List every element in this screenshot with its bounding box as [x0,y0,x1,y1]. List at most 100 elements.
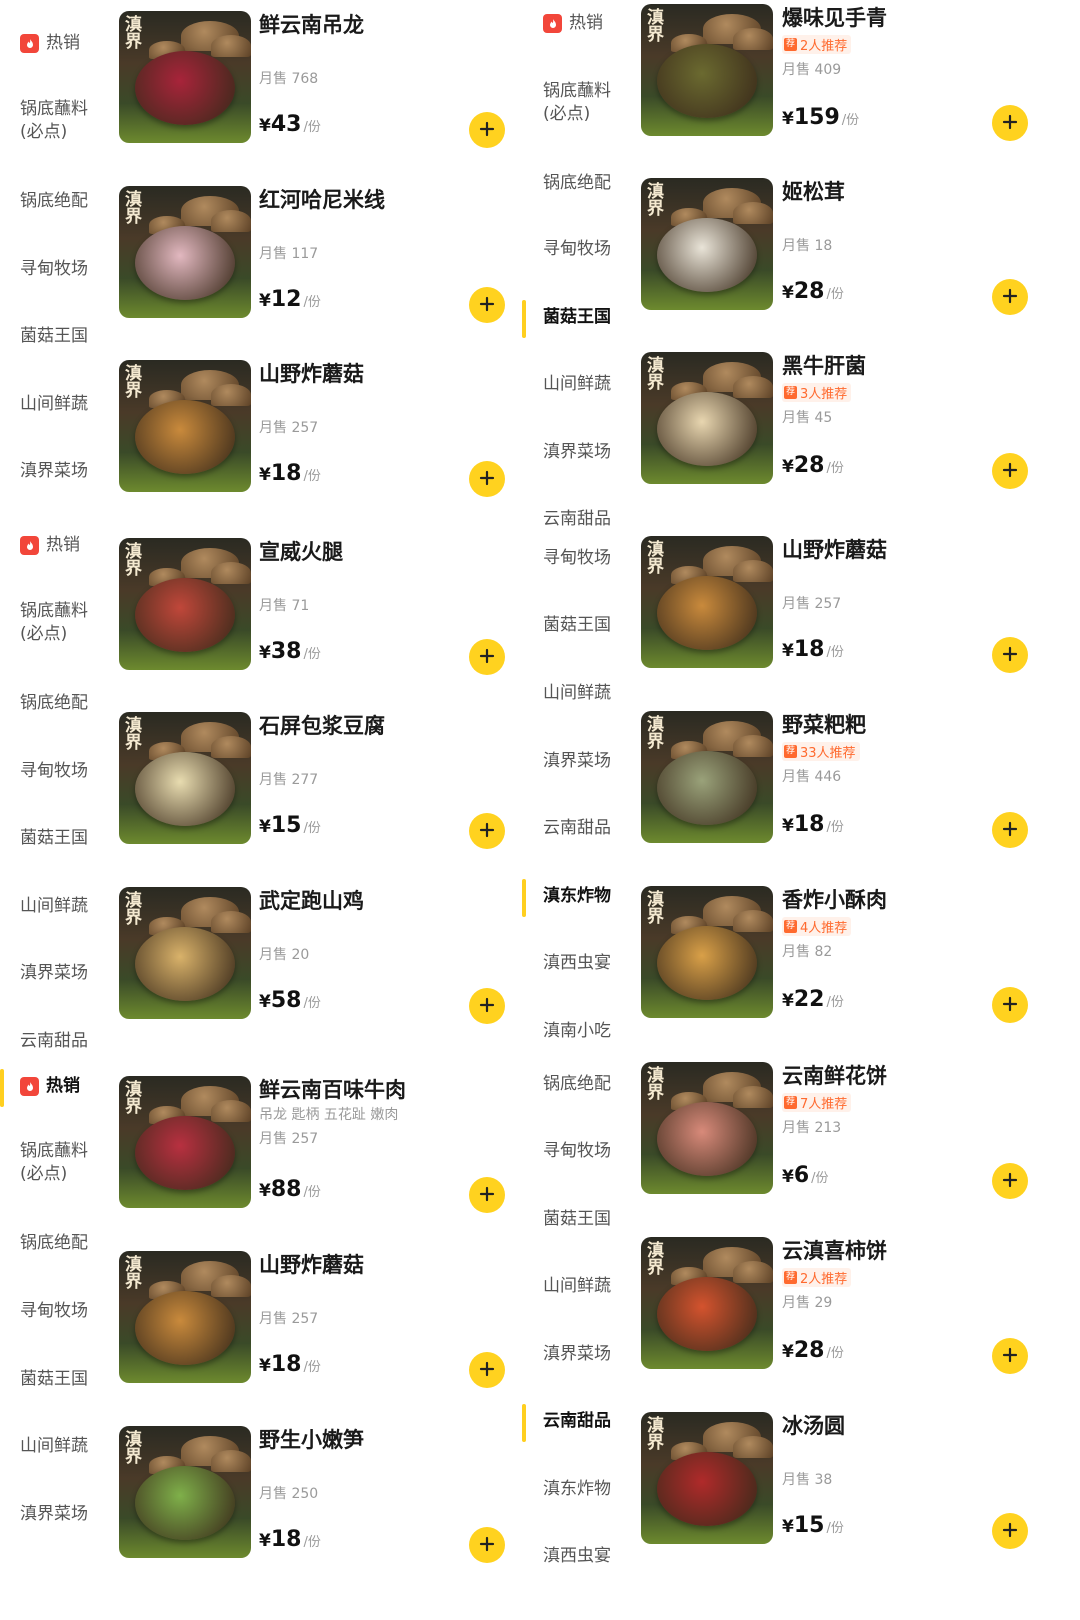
nav-category-item[interactable]: 菌菇王国 [543,614,611,637]
add-to-cart-button[interactable] [469,1527,505,1563]
nav-category-item[interactable]: 山间鲜蔬 [20,1435,88,1458]
nav-category-item[interactable]: 滇东炸物 [543,885,611,908]
dish-name[interactable]: 云滇喜柿饼 [782,1235,887,1265]
nav-category-item[interactable]: 滇南小吃 [543,1020,611,1043]
dish-name[interactable]: 武定跑山鸡 [259,885,364,915]
dish-image[interactable]: 滇界 [119,1076,251,1208]
dish-name[interactable]: 鲜云南百味牛肉 [259,1074,406,1104]
nav-category-item[interactable]: 热销 [543,12,603,35]
nav-category-item[interactable]: 菌菇王国 [543,1208,611,1231]
nav-category-item[interactable]: 热销 [20,32,80,55]
dish-name[interactable]: 黑牛肝菌 [782,350,866,380]
nav-category-item[interactable]: 锅底绝配 [20,190,88,213]
add-to-cart-button[interactable] [992,453,1028,489]
nav-category-item[interactable]: 云南甜品 [543,1410,611,1433]
nav-category-item[interactable]: 锅底蘸料 (必点) [543,80,611,126]
nav-category-item[interactable]: 热销 [20,1075,80,1098]
nav-category-item[interactable]: 寻甸牧场 [543,238,611,261]
nav-category-item[interactable]: 山间鲜蔬 [543,1275,611,1298]
nav-category-item[interactable]: 寻甸牧场 [543,1140,611,1163]
nav-category-item[interactable]: 锅底绝配 [20,692,88,715]
add-to-cart-button[interactable] [992,1163,1028,1199]
nav-category-item[interactable]: 滇西虫宴 [543,1545,611,1568]
nav-category-item[interactable]: 锅底绝配 [20,1232,88,1255]
dish-name[interactable]: 鲜云南吊龙 [259,9,364,39]
add-to-cart-button[interactable] [992,637,1028,673]
dish-image[interactable]: 滇界 [119,186,251,318]
nav-category-item[interactable]: 云南甜品 [543,508,611,531]
dish-name[interactable]: 山野炸蘑菇 [259,1249,364,1279]
nav-category-item[interactable]: 寻甸牧场 [20,760,88,783]
nav-category-item[interactable]: 锅底蘸料 (必点) [20,98,88,144]
dish-name[interactable]: 红河哈尼米线 [259,184,385,214]
dish-image[interactable]: 滇界 [119,11,251,143]
dish-image[interactable]: 滇界 [119,538,251,670]
nav-category-item[interactable]: 滇西虫宴 [543,952,611,975]
dish-name[interactable]: 石屏包浆豆腐 [259,710,385,740]
nav-category-item[interactable]: 寻甸牧场 [20,258,88,281]
dish-image[interactable]: 滇界 [641,1237,773,1369]
nav-category-item[interactable]: 滇界菜场 [543,441,611,464]
dish-image[interactable]: 滇界 [119,1251,251,1383]
nav-category-item[interactable]: 热销 [20,534,80,557]
dish-image[interactable]: 滇界 [641,352,773,484]
nav-category-item[interactable]: 锅底绝配 [543,1073,611,1096]
add-to-cart-button[interactable] [469,813,505,849]
nav-category-item[interactable]: 云南甜品 [543,817,611,840]
add-to-cart-button[interactable] [992,279,1028,315]
nav-category-item[interactable]: 菌菇王国 [20,325,88,348]
nav-category-item[interactable]: 滇界菜场 [20,1503,88,1526]
dish-name[interactable]: 野生小嫩笋 [259,1424,364,1454]
dish-name[interactable]: 冰汤圆 [782,1410,845,1440]
nav-category-item[interactable]: 锅底蘸料 (必点) [20,600,88,646]
nav-category-item[interactable]: 云南甜品 [20,1030,88,1053]
add-to-cart-button[interactable] [469,112,505,148]
add-to-cart-button[interactable] [469,639,505,675]
dish-image[interactable]: 滇界 [119,360,251,492]
dish-name[interactable]: 云南鲜花饼 [782,1060,887,1090]
dish-image[interactable]: 滇界 [119,712,251,844]
dish-name[interactable]: 爆味见手青 [782,2,887,32]
dish-image[interactable]: 滇界 [641,178,773,310]
nav-category-item[interactable]: 滇界菜场 [543,750,611,773]
nav-category-item[interactable]: 山间鲜蔬 [543,682,611,705]
nav-category-item[interactable]: 寻甸牧场 [20,1300,88,1323]
nav-category-item[interactable]: 山间鲜蔬 [20,393,88,416]
add-to-cart-button[interactable] [469,461,505,497]
dish-image[interactable]: 滇界 [641,1412,773,1544]
add-to-cart-button[interactable] [992,105,1028,141]
dish-name[interactable]: 香炸小酥肉 [782,884,887,914]
dish-image[interactable]: 滇界 [119,887,251,1019]
dish-name[interactable]: 山野炸蘑菇 [259,358,364,388]
nav-category-item[interactable]: 山间鲜蔬 [543,373,611,396]
nav-category-item[interactable]: 菌菇王国 [20,827,88,850]
dish-image[interactable]: 滇界 [641,536,773,668]
nav-category-item[interactable]: 山间鲜蔬 [20,895,88,918]
dish-image[interactable]: 滇界 [641,711,773,843]
dish-name[interactable]: 宣威火腿 [259,536,343,566]
nav-category-item[interactable]: 滇界菜场 [20,962,88,985]
nav-category-item[interactable]: 寻甸牧场 [543,547,611,570]
add-to-cart-button[interactable] [992,987,1028,1023]
dish-image[interactable]: 滇界 [641,886,773,1018]
add-to-cart-button[interactable] [469,287,505,323]
add-to-cart-button[interactable] [469,1177,505,1213]
add-to-cart-button[interactable] [992,1513,1028,1549]
dish-name[interactable]: 姬松茸 [782,176,845,206]
add-to-cart-button[interactable] [992,1338,1028,1374]
nav-category-item[interactable]: 滇东炸物 [543,1478,611,1501]
dish-name[interactable]: 山野炸蘑菇 [782,534,887,564]
dish-image[interactable]: 滇界 [641,4,773,136]
nav-category-item[interactable]: 菌菇王国 [20,1368,88,1391]
nav-category-item[interactable]: 滇界菜场 [543,1343,611,1366]
dish-image[interactable]: 滇界 [641,1062,773,1194]
nav-category-item[interactable]: 菌菇王国 [543,306,611,329]
dish-image[interactable]: 滇界 [119,1426,251,1558]
add-to-cart-button[interactable] [469,988,505,1024]
nav-category-item[interactable]: 滇界菜场 [20,460,88,483]
add-to-cart-button[interactable] [992,812,1028,848]
add-to-cart-button[interactable] [469,1352,505,1388]
nav-category-item[interactable]: 锅底蘸料 (必点) [20,1140,88,1186]
dish-name[interactable]: 野菜粑粑 [782,709,866,739]
nav-category-item[interactable]: 锅底绝配 [543,172,611,195]
